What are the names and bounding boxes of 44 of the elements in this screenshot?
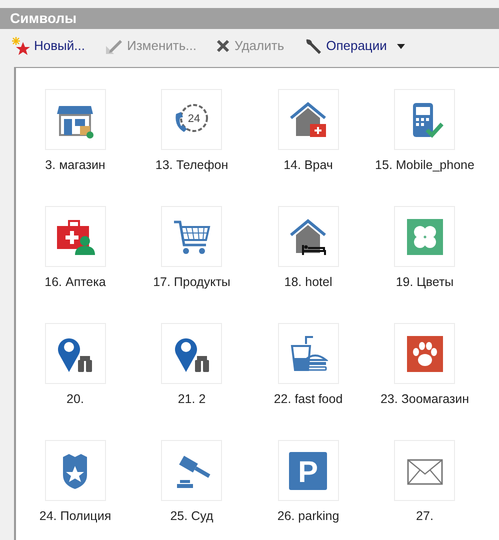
toolbar-button[interactable]: Операции xyxy=(304,36,411,56)
symbol-tile[interactable]: P xyxy=(278,440,339,501)
symbol-label: 16. Аптека xyxy=(44,274,106,291)
house-icon xyxy=(288,216,328,256)
symbol-label: 26. parking xyxy=(277,508,340,525)
symbol-label: 3. магазин xyxy=(45,157,106,174)
clover-icon xyxy=(404,216,445,256)
paw-icon xyxy=(404,334,445,374)
symbol-tile[interactable] xyxy=(394,206,456,267)
symbol-label: 14. Врач xyxy=(284,157,333,174)
symbol-tile[interactable] xyxy=(394,89,456,150)
drink-burger-icon xyxy=(288,334,328,374)
symbol-label: 27. xyxy=(416,508,434,525)
symbol-tile[interactable] xyxy=(161,323,222,384)
panel-title: Символы xyxy=(10,9,77,28)
symbol-label: 21. 2 xyxy=(178,391,206,408)
symbol-tile[interactable] xyxy=(161,206,222,267)
symbol-tile[interactable] xyxy=(394,440,456,501)
symbol-label: 24. Полиция xyxy=(39,508,112,525)
symbol-label: 17. Продукты xyxy=(153,274,230,291)
toolbar-button[interactable]: Новый... xyxy=(12,36,91,56)
symbol-tile[interactable] xyxy=(394,323,456,384)
symbol-label: 25. Суд xyxy=(170,508,214,525)
symbol-label: 20. xyxy=(66,391,84,408)
parking-icon: P xyxy=(288,450,328,490)
symbol-label: 22. fast food xyxy=(274,391,343,408)
symbol-label: 15. Mobile_phone xyxy=(375,157,474,174)
close-icon xyxy=(216,39,230,53)
symbol-tile[interactable] xyxy=(278,206,339,267)
symbol-tile[interactable] xyxy=(44,440,106,501)
symbol-tile[interactable] xyxy=(44,323,106,384)
symbol-tile[interactable]: 24 xyxy=(161,89,222,150)
symbol-tile[interactable] xyxy=(44,206,106,267)
house-icon xyxy=(288,100,328,140)
caret-icon xyxy=(396,44,405,48)
symbol-tile[interactable] xyxy=(278,89,339,150)
symbol-label: 19. Цветы xyxy=(396,274,454,291)
symbol-tile[interactable] xyxy=(278,323,339,384)
symbol-tile[interactable] xyxy=(44,89,106,150)
symbol-label: 23. Зоомагазин xyxy=(380,391,470,408)
symbol-label: 18. hotel xyxy=(284,274,332,291)
symbol-label: 13. Телефон xyxy=(155,157,228,174)
symbol-tile[interactable] xyxy=(161,440,222,501)
star-icon xyxy=(12,37,30,55)
